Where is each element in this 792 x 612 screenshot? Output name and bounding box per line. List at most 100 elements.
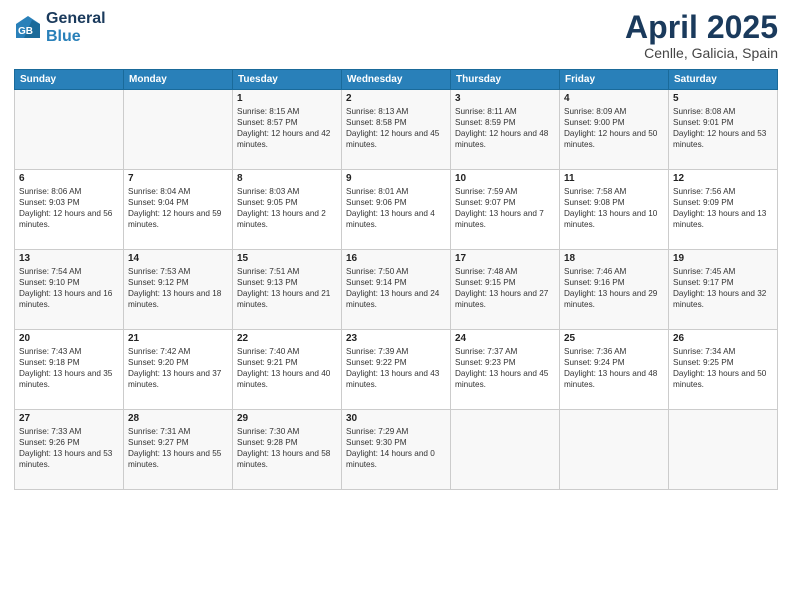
calendar-cell: 6 Sunrise: 8:06 AM Sunset: 9:03 PM Daylig… — [15, 170, 124, 250]
calendar-cell: 11 Sunrise: 7:58 AM Sunset: 9:08 PM Dayli… — [560, 170, 669, 250]
cell-info-text: Sunrise: 7:53 AM Sunset: 9:12 PM Dayligh… — [128, 266, 228, 310]
calendar-page: GB General Blue April 2025 Cenlle, Galic… — [0, 0, 792, 612]
calendar-cell: 13 Sunrise: 7:54 AM Sunset: 9:10 PM Dayli… — [15, 250, 124, 330]
cell-info-text: Sunrise: 7:48 AM Sunset: 9:15 PM Dayligh… — [455, 266, 555, 310]
cell-info-text: Sunrise: 7:40 AM Sunset: 9:21 PM Dayligh… — [237, 346, 337, 390]
cell-day-number: 17 — [455, 253, 555, 264]
cell-info-text: Sunrise: 7:45 AM Sunset: 9:17 PM Dayligh… — [673, 266, 773, 310]
calendar-cell: 2 Sunrise: 8:13 AM Sunset: 8:58 PM Daylig… — [342, 90, 451, 170]
cell-day-number: 13 — [19, 253, 119, 264]
cell-day-number: 20 — [19, 333, 119, 344]
cell-info-text: Sunrise: 7:31 AM Sunset: 9:27 PM Dayligh… — [128, 426, 228, 470]
cell-info-text: Sunrise: 8:13 AM Sunset: 8:58 PM Dayligh… — [346, 106, 446, 150]
cell-day-number: 14 — [128, 253, 228, 264]
cell-info-text: Sunrise: 8:08 AM Sunset: 9:01 PM Dayligh… — [673, 106, 773, 150]
calendar-cell: 24Sunrise: 7:37 AM Sunset: 9:23 PM Dayli… — [451, 330, 560, 410]
weekday-header-thursday: Thursday — [451, 70, 560, 90]
cell-day-number: 15 — [237, 253, 337, 264]
cell-day-number: 3 — [455, 93, 555, 104]
cell-info-text: Sunrise: 7:33 AM Sunset: 9:26 PM Dayligh… — [19, 426, 119, 470]
calendar-cell: 18Sunrise: 7:46 AM Sunset: 9:16 PM Dayli… — [560, 250, 669, 330]
cell-day-number: 26 — [673, 333, 773, 344]
weekday-header-wednesday: Wednesday — [342, 70, 451, 90]
cell-day-number: 16 — [346, 253, 446, 264]
cell-day-number: 2 — [346, 93, 446, 104]
cell-day-number: 9 — [346, 173, 446, 184]
calendar-week-row: 27 Sunrise: 7:33 AM Sunset: 9:26 PM Dayli… — [15, 410, 778, 490]
cell-info-text: Sunrise: 8:11 AM Sunset: 8:59 PM Dayligh… — [455, 106, 555, 150]
cell-info-text: Sunrise: 7:37 AM Sunset: 9:23 PM Dayligh… — [455, 346, 555, 390]
weekday-header-sunday: Sunday — [15, 70, 124, 90]
calendar-cell: 25 Sunrise: 7:36 AM Sunset: 9:24 PM Dayli… — [560, 330, 669, 410]
calendar-cell — [451, 410, 560, 490]
cell-day-number: 19 — [673, 253, 773, 264]
header: GB General Blue April 2025 Cenlle, Galic… — [14, 10, 778, 61]
cell-day-number: 30 — [346, 413, 446, 424]
cell-info-text: Sunrise: 7:42 AM Sunset: 9:20 PM Dayligh… — [128, 346, 228, 390]
logo-icon: GB — [14, 14, 42, 42]
cell-day-number: 7 — [128, 173, 228, 184]
cell-info-text: Sunrise: 7:30 AM Sunset: 9:28 PM Dayligh… — [237, 426, 337, 470]
cell-info-text: Sunrise: 7:29 AM Sunset: 9:30 PM Dayligh… — [346, 426, 446, 470]
calendar-cell: 30 Sunrise: 7:29 AM Sunset: 9:30 PM Dayli… — [342, 410, 451, 490]
calendar-cell: 28 Sunrise: 7:31 AM Sunset: 9:27 PM Dayli… — [124, 410, 233, 490]
cell-info-text: Sunrise: 7:54 AM Sunset: 9:10 PM Dayligh… — [19, 266, 119, 310]
weekday-header-saturday: Saturday — [669, 70, 778, 90]
cell-day-number: 4 — [564, 93, 664, 104]
cell-day-number: 29 — [237, 413, 337, 424]
cell-day-number: 28 — [128, 413, 228, 424]
cell-day-number: 22 — [237, 333, 337, 344]
calendar-cell: 3 Sunrise: 8:11 AM Sunset: 8:59 PM Daylig… — [451, 90, 560, 170]
calendar-week-row: 1 Sunrise: 8:15 AM Sunset: 8:57 PM Daylig… — [15, 90, 778, 170]
cell-day-number: 11 — [564, 173, 664, 184]
cell-info-text: Sunrise: 7:43 AM Sunset: 9:18 PM Dayligh… — [19, 346, 119, 390]
calendar-cell: 1 Sunrise: 8:15 AM Sunset: 8:57 PM Daylig… — [233, 90, 342, 170]
calendar-cell — [124, 90, 233, 170]
cell-day-number: 25 — [564, 333, 664, 344]
cell-info-text: Sunrise: 8:04 AM Sunset: 9:04 PM Dayligh… — [128, 186, 228, 230]
cell-day-number: 27 — [19, 413, 119, 424]
weekday-header-row: SundayMondayTuesdayWednesdayThursdayFrid… — [15, 70, 778, 90]
calendar-cell: 22 Sunrise: 7:40 AM Sunset: 9:21 PM Dayli… — [233, 330, 342, 410]
calendar-cell: 5 Sunrise: 8:08 AM Sunset: 9:01 PM Daylig… — [669, 90, 778, 170]
cell-info-text: Sunrise: 7:46 AM Sunset: 9:16 PM Dayligh… — [564, 266, 664, 310]
calendar-cell: 4 Sunrise: 8:09 AM Sunset: 9:00 PM Daylig… — [560, 90, 669, 170]
cell-info-text: Sunrise: 7:56 AM Sunset: 9:09 PM Dayligh… — [673, 186, 773, 230]
cell-info-text: Sunrise: 8:09 AM Sunset: 9:00 PM Dayligh… — [564, 106, 664, 150]
title-block: April 2025 Cenlle, Galicia, Spain — [625, 10, 778, 61]
cell-day-number: 6 — [19, 173, 119, 184]
calendar-cell — [669, 410, 778, 490]
calendar-location: Cenlle, Galicia, Spain — [625, 45, 778, 61]
logo-text: General Blue — [46, 10, 106, 45]
logo: GB General Blue — [14, 10, 106, 45]
calendar-table: SundayMondayTuesdayWednesdayThursdayFrid… — [14, 69, 778, 490]
calendar-cell: 14 Sunrise: 7:53 AM Sunset: 9:12 PM Dayli… — [124, 250, 233, 330]
calendar-week-row: 13 Sunrise: 7:54 AM Sunset: 9:10 PM Dayli… — [15, 250, 778, 330]
cell-day-number: 21 — [128, 333, 228, 344]
cell-info-text: Sunrise: 7:59 AM Sunset: 9:07 PM Dayligh… — [455, 186, 555, 230]
weekday-header-friday: Friday — [560, 70, 669, 90]
cell-info-text: Sunrise: 8:06 AM Sunset: 9:03 PM Dayligh… — [19, 186, 119, 230]
calendar-cell: 9Sunrise: 8:01 AM Sunset: 9:06 PM Daylig… — [342, 170, 451, 250]
cell-info-text: Sunrise: 7:36 AM Sunset: 9:24 PM Dayligh… — [564, 346, 664, 390]
calendar-cell: 10 Sunrise: 7:59 AM Sunset: 9:07 PM Dayli… — [451, 170, 560, 250]
cell-day-number: 1 — [237, 93, 337, 104]
calendar-cell: 17 Sunrise: 7:48 AM Sunset: 9:15 PM Dayli… — [451, 250, 560, 330]
cell-info-text: Sunrise: 7:34 AM Sunset: 9:25 PM Dayligh… — [673, 346, 773, 390]
calendar-cell: 26 Sunrise: 7:34 AM Sunset: 9:25 PM Dayli… — [669, 330, 778, 410]
cell-day-number: 12 — [673, 173, 773, 184]
calendar-title: April 2025 — [625, 10, 778, 45]
cell-day-number: 5 — [673, 93, 773, 104]
calendar-cell: 16Sunrise: 7:50 AM Sunset: 9:14 PM Dayli… — [342, 250, 451, 330]
calendar-week-row: 20 Sunrise: 7:43 AM Sunset: 9:18 PM Dayli… — [15, 330, 778, 410]
cell-info-text: Sunrise: 7:58 AM Sunset: 9:08 PM Dayligh… — [564, 186, 664, 230]
calendar-cell — [15, 90, 124, 170]
cell-info-text: Sunrise: 7:39 AM Sunset: 9:22 PM Dayligh… — [346, 346, 446, 390]
calendar-cell: 7 Sunrise: 8:04 AM Sunset: 9:04 PM Daylig… — [124, 170, 233, 250]
cell-info-text: Sunrise: 8:15 AM Sunset: 8:57 PM Dayligh… — [237, 106, 337, 150]
svg-text:GB: GB — [18, 26, 33, 37]
calendar-cell: 20 Sunrise: 7:43 AM Sunset: 9:18 PM Dayli… — [15, 330, 124, 410]
cell-day-number: 10 — [455, 173, 555, 184]
cell-info-text: Sunrise: 7:51 AM Sunset: 9:13 PM Dayligh… — [237, 266, 337, 310]
calendar-cell: 19 Sunrise: 7:45 AM Sunset: 9:17 PM Dayli… — [669, 250, 778, 330]
